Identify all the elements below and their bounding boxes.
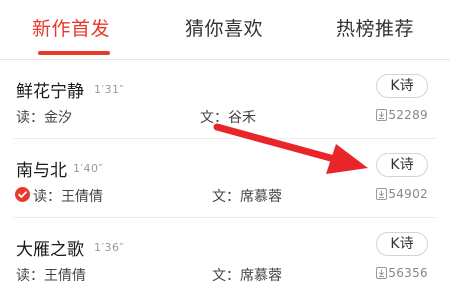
download-count-group: 56356	[376, 266, 428, 280]
poem-title: 鲜花宁静	[16, 82, 84, 102]
poem-duration: 1′40″	[73, 162, 104, 175]
poem-duration: 1′31″	[94, 83, 125, 96]
k-poem-button[interactable]: K诗	[376, 153, 428, 177]
poem-title: 南与北	[16, 161, 67, 181]
poem-reader: 读：王倩倩	[16, 268, 86, 284]
tab-bar: 新作首发 猜你喜欢 热榜推荐	[0, 0, 450, 60]
k-poem-button[interactable]: K诗	[376, 74, 428, 98]
tab-new-releases[interactable]: 新作首发	[32, 14, 110, 41]
poem-title: 大雁之歌	[16, 240, 84, 260]
poem-reader: 读：王倩倩	[33, 189, 103, 205]
poem-list-item[interactable]: 南与北 1′40″ 读：王倩倩 文：席慕蓉 K诗 54902	[0, 140, 450, 218]
poem-writer: 文：谷禾	[200, 110, 256, 126]
tab-bar-divider	[0, 59, 450, 60]
download-count-group: 54902	[376, 187, 428, 201]
poem-writer: 文：席慕蓉	[212, 268, 282, 284]
poem-list-item[interactable]: 大雁之歌 1′36″ 读：王倩倩 文：席慕蓉 K诗 56356	[0, 219, 450, 297]
k-poem-button[interactable]: K诗	[376, 232, 428, 256]
tab-guess-you-like[interactable]: 猜你喜欢	[185, 14, 263, 41]
download-icon	[376, 267, 388, 279]
download-count: 54902	[388, 187, 428, 201]
download-count: 52289	[388, 108, 428, 122]
row-divider	[14, 138, 436, 139]
verified-check-icon	[15, 187, 30, 202]
download-icon	[376, 188, 388, 200]
poem-writer: 文：席慕蓉	[212, 189, 282, 205]
tab-hot-list[interactable]: 热榜推荐	[336, 14, 414, 41]
poem-reader: 读：金汐	[16, 110, 72, 126]
poem-duration: 1′36″	[94, 241, 125, 254]
download-icon	[376, 109, 388, 121]
row-divider	[14, 217, 436, 218]
download-count: 56356	[388, 266, 428, 280]
poem-list-item[interactable]: 鲜花宁静 1′31″ 读：金汐 文：谷禾 K诗 52289	[0, 61, 450, 139]
active-tab-indicator	[38, 51, 110, 55]
download-count-group: 52289	[376, 108, 428, 122]
